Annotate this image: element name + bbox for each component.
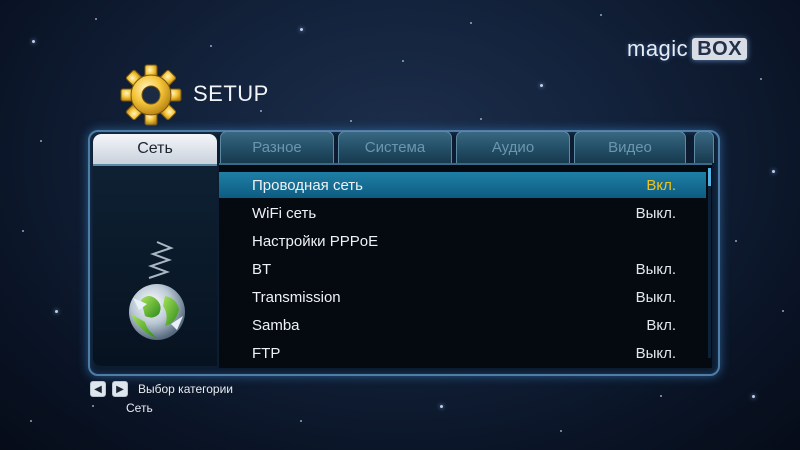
scrollbar-thumb[interactable]	[708, 168, 711, 186]
settings-row-label: Настройки PPPoE	[252, 233, 379, 250]
settings-row-value: Вкл.	[646, 317, 676, 334]
settings-row[interactable]: Transmission Выкл.	[219, 284, 706, 310]
tab-system[interactable]: Система	[338, 131, 452, 163]
settings-row-value: Выкл.	[635, 345, 676, 362]
settings-row[interactable]: Samba Вкл.	[219, 312, 706, 338]
hint-label: Выбор категории	[138, 382, 234, 396]
settings-row-label: FTP	[252, 345, 281, 362]
settings-row[interactable]: FTP Выкл.	[219, 340, 706, 366]
settings-list: Проводная сеть Вкл. WiFi сеть Выкл. Настройк…	[219, 163, 712, 368]
category-tabs: Разное Система Аудио Видео	[220, 131, 686, 163]
settings-row[interactable]: Настройки PPPoE	[219, 228, 706, 254]
page-title: SETUP	[193, 81, 269, 106]
current-category-label: Сеть	[126, 401, 153, 415]
settings-row-label: Transmission	[252, 289, 341, 306]
settings-row-label: WiFi сеть	[252, 205, 317, 222]
tab-misc[interactable]: Разное	[220, 131, 334, 163]
category-sidebar: Сеть	[93, 134, 217, 366]
left-arrow-key-icon: ◀	[90, 381, 106, 397]
network-globe-icon	[129, 241, 185, 340]
settings-row-value: Выкл.	[635, 289, 676, 306]
tab-audio[interactable]: Аудио	[456, 131, 570, 163]
right-arrow-key-icon: ▶	[112, 381, 128, 397]
settings-row-label: Проводная сеть	[252, 177, 363, 194]
tab-video[interactable]: Видео	[574, 131, 686, 163]
settings-row-label: BT	[252, 261, 272, 278]
tab-strip-end	[694, 131, 714, 163]
settings-row-value: Выкл.	[635, 205, 676, 222]
settings-row[interactable]: BT Выкл.	[219, 256, 706, 282]
gear-icon	[120, 64, 182, 126]
settings-row[interactable]: Проводная сеть Вкл.	[219, 172, 706, 198]
brand-logo-magic: magic	[627, 36, 689, 61]
scrollbar[interactable]	[708, 168, 711, 358]
tab-network[interactable]: Сеть	[93, 134, 217, 164]
settings-row[interactable]: WiFi сеть Выкл.	[219, 200, 706, 226]
settings-row-label: Samba	[252, 317, 300, 334]
brand-logo: magic BOX	[627, 36, 748, 62]
navigation-hint: ◀ ▶ Выбор категории	[90, 380, 233, 398]
settings-row-value: Выкл.	[635, 261, 676, 278]
tab-divider	[93, 164, 217, 166]
brand-logo-box: BOX	[692, 38, 748, 60]
settings-row-value: Вкл.	[646, 177, 676, 194]
